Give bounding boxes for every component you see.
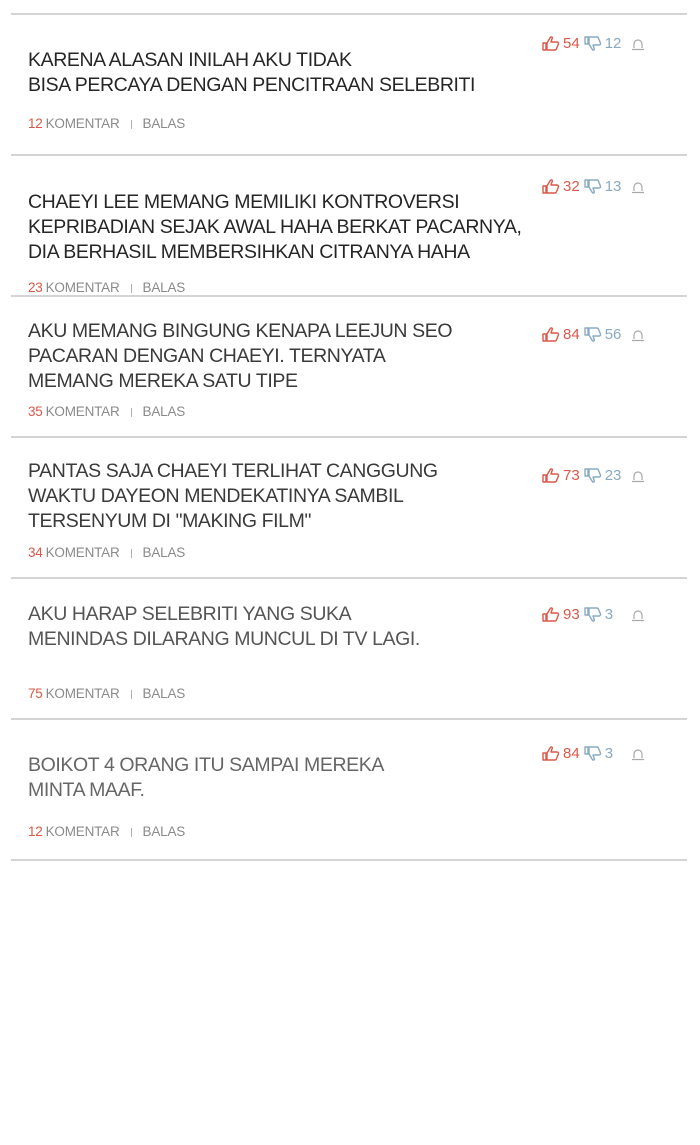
thumbs-up-icon[interactable] bbox=[541, 178, 561, 195]
thumbs-up-icon[interactable] bbox=[541, 745, 561, 762]
reply-button[interactable]: BALAS bbox=[143, 404, 186, 419]
dislike-count: 56 bbox=[604, 326, 622, 343]
dislike-count: 3 bbox=[604, 606, 614, 623]
dislike-count: 13 bbox=[604, 178, 622, 195]
comment-text: Karena alasan inilah aku tidak bisa perc… bbox=[28, 49, 476, 96]
vote-bar: 93 3 bbox=[541, 606, 613, 623]
meta-divider bbox=[130, 120, 132, 129]
comment-item: Chaeyi Lee memang memiliki kontroversi k… bbox=[11, 156, 687, 297]
comment-count: 12 bbox=[28, 116, 43, 131]
comment-text: Aku memang bingung kenapa Leejun Seo pac… bbox=[28, 320, 453, 392]
comment-count: 35 bbox=[28, 404, 43, 419]
comments-link[interactable]: KOMENTAR bbox=[46, 545, 120, 560]
dislike-count: 23 bbox=[604, 467, 622, 484]
comment-text: Aku harap selebriti yang suka menindas d… bbox=[28, 603, 420, 650]
report-icon[interactable] bbox=[631, 471, 645, 483]
thumbs-up-icon[interactable] bbox=[541, 326, 561, 343]
report-icon[interactable] bbox=[631, 610, 645, 622]
comment-list: Karena alasan inilah aku tidak bisa perc… bbox=[11, 13, 687, 861]
comment-text: Pantas saja Chaeyi terlihat canggung wak… bbox=[28, 460, 438, 532]
reply-button[interactable]: BALAS bbox=[143, 545, 186, 560]
like-count: 84 bbox=[563, 326, 580, 343]
like-count: 73 bbox=[563, 467, 580, 484]
comments-link[interactable]: KOMENTAR bbox=[46, 686, 120, 701]
thumbs-down-icon[interactable] bbox=[583, 178, 603, 195]
report-icon[interactable] bbox=[631, 39, 645, 51]
like-count: 84 bbox=[563, 745, 580, 762]
vote-bar: 73 23 bbox=[541, 467, 621, 484]
comment-meta: 34 KOMENTAR BALAS bbox=[28, 545, 185, 560]
meta-divider bbox=[130, 828, 132, 837]
comment-text: Boikot 4 orang itu sampai mereka minta m… bbox=[28, 754, 384, 801]
reply-button[interactable]: BALAS bbox=[143, 686, 186, 701]
thumbs-up-icon[interactable] bbox=[541, 467, 561, 484]
like-count: 93 bbox=[563, 606, 580, 623]
thumbs-up-icon[interactable] bbox=[541, 35, 561, 52]
comment-meta: 23 KOMENTAR BALAS bbox=[28, 280, 185, 295]
thumbs-up-icon[interactable] bbox=[541, 606, 561, 623]
meta-divider bbox=[130, 284, 132, 293]
comment-item: Aku memang bingung kenapa Leejun Seo pac… bbox=[11, 297, 687, 438]
thumbs-down-icon[interactable] bbox=[583, 606, 603, 623]
comment-item: Pantas saja Chaeyi terlihat canggung wak… bbox=[11, 438, 687, 579]
thumbs-down-icon[interactable] bbox=[583, 326, 603, 343]
report-icon[interactable] bbox=[631, 182, 645, 194]
comment-meta: 12 KOMENTAR BALAS bbox=[28, 116, 185, 131]
vote-bar: 84 3 bbox=[541, 745, 613, 762]
meta-divider bbox=[130, 408, 132, 417]
comment-count: 12 bbox=[28, 824, 43, 839]
reply-button[interactable]: BALAS bbox=[143, 824, 186, 839]
comment-count: 34 bbox=[28, 545, 43, 560]
dislike-count: 12 bbox=[604, 35, 622, 52]
comment-count: 75 bbox=[28, 686, 43, 701]
vote-bar: 32 13 bbox=[541, 178, 621, 195]
reply-button[interactable]: BALAS bbox=[143, 280, 186, 295]
comment-meta: 75 KOMENTAR BALAS bbox=[28, 686, 185, 701]
comment-item: Karena alasan inilah aku tidak bisa perc… bbox=[11, 15, 687, 156]
thumbs-down-icon[interactable] bbox=[583, 35, 603, 52]
comments-link[interactable]: KOMENTAR bbox=[46, 404, 120, 419]
like-count: 54 bbox=[563, 35, 580, 52]
comment-text: Chaeyi Lee memang memiliki kontroversi k… bbox=[28, 191, 522, 263]
comments-link[interactable]: KOMENTAR bbox=[46, 116, 120, 131]
thumbs-down-icon[interactable] bbox=[583, 745, 603, 762]
vote-bar: 54 12 bbox=[541, 35, 621, 52]
dislike-count: 3 bbox=[604, 745, 614, 762]
comments-link[interactable]: KOMENTAR bbox=[46, 824, 120, 839]
meta-divider bbox=[130, 549, 132, 558]
report-icon[interactable] bbox=[631, 330, 645, 342]
comment-count: 23 bbox=[28, 280, 43, 295]
comment-item: Aku harap selebriti yang suka menindas d… bbox=[11, 579, 687, 720]
comments-link[interactable]: KOMENTAR bbox=[46, 280, 120, 295]
comment-meta: 35 KOMENTAR BALAS bbox=[28, 404, 185, 419]
comment-meta: 12 KOMENTAR BALAS bbox=[28, 824, 185, 839]
thumbs-down-icon[interactable] bbox=[583, 467, 603, 484]
comment-item: Boikot 4 orang itu sampai mereka minta m… bbox=[11, 720, 687, 861]
reply-button[interactable]: BALAS bbox=[143, 116, 186, 131]
report-icon[interactable] bbox=[631, 749, 645, 761]
meta-divider bbox=[130, 690, 132, 699]
vote-bar: 84 56 bbox=[541, 326, 621, 343]
like-count: 32 bbox=[563, 178, 580, 195]
